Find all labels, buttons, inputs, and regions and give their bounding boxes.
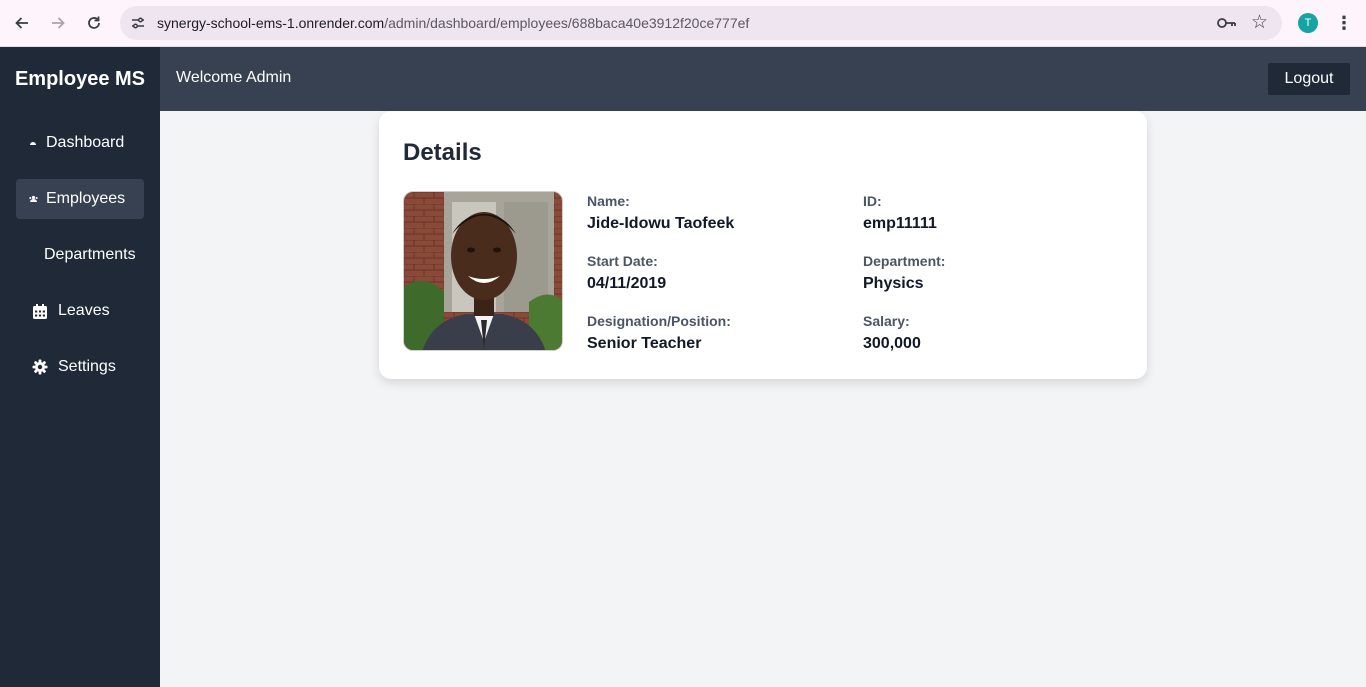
field-label: Department: (863, 253, 946, 269)
field-value: Physics (863, 275, 924, 292)
field-value: 04/11/2019 (587, 275, 667, 292)
brand-title: Employee MS (14, 67, 146, 90)
browser-toolbar: synergy-school-ems-1.onrender.com/admin/… (0, 0, 1366, 47)
users-icon (26, 195, 40, 203)
sidebar-item-label: Settings (58, 358, 116, 375)
calendar-icon (30, 303, 50, 320)
field-department: Department: Physics (863, 253, 945, 293)
field-id: ID: emp11111 (863, 193, 937, 233)
field-label: Name: (587, 193, 630, 209)
field-label: Start Date: (587, 253, 658, 269)
field-value: 300,000 (863, 335, 921, 352)
sidebar-item-label: Employees (46, 190, 126, 207)
dashboard-icon (26, 139, 40, 147)
browser-menu-icon[interactable]: ⋮ (1335, 11, 1353, 35)
field-salary: Salary: 300,000 (863, 313, 921, 353)
sidebar-item-label: Departments (44, 246, 136, 263)
sidebar-item-dashboard[interactable]: Dashboard (16, 123, 144, 163)
address-bar[interactable]: synergy-school-ems-1.onrender.com/admin/… (120, 6, 1282, 40)
field-value: Senior Teacher (587, 335, 702, 352)
employee-photo (403, 191, 563, 351)
logout-button[interactable]: Logout (1268, 63, 1350, 95)
page-title: Details (403, 139, 482, 166)
top-header: Welcome Admin Logout (160, 47, 1366, 111)
sidebar: Employee MS Dashboard Employees Departme… (0, 47, 160, 687)
site-info-icon[interactable] (128, 13, 148, 33)
gear-icon (30, 359, 50, 375)
bookmark-star-icon[interactable]: ☆ (1251, 11, 1268, 34)
field-designation: Designation/Position: Senior Teacher (587, 313, 731, 353)
forward-icon[interactable] (46, 11, 70, 35)
sidebar-item-leaves[interactable]: Leaves (16, 291, 144, 331)
field-name: Name: Jide-Idowu Taofeek (587, 193, 734, 233)
sidebar-item-departments[interactable]: Departments (16, 235, 144, 275)
reload-icon[interactable] (82, 11, 106, 35)
back-icon[interactable] (10, 11, 34, 35)
url-text: synergy-school-ems-1.onrender.com/admin/… (157, 15, 749, 31)
field-label: Designation/Position: (587, 313, 731, 329)
employee-details-card: Details Name: Jide-Idowu Taofeek ID: emp… (379, 111, 1147, 379)
password-key-icon[interactable] (1216, 13, 1238, 33)
welcome-text: Welcome Admin (176, 69, 292, 86)
profile-avatar[interactable]: T (1298, 13, 1318, 33)
field-label: ID: (863, 193, 882, 209)
field-value: Jide-Idowu Taofeek (587, 215, 735, 232)
field-start-date: Start Date: 04/11/2019 (587, 253, 666, 293)
url-path: /admin/dashboard/employees/688baca40e391… (384, 15, 750, 31)
sidebar-item-label: Dashboard (46, 134, 125, 151)
sidebar-item-employees[interactable]: Employees (16, 179, 144, 219)
sidebar-item-label: Leaves (58, 302, 110, 319)
sidebar-item-settings[interactable]: Settings (16, 347, 144, 387)
url-host: synergy-school-ems-1.onrender.com (157, 15, 385, 31)
field-label: Salary: (863, 313, 910, 329)
field-value: emp11111 (863, 215, 937, 232)
